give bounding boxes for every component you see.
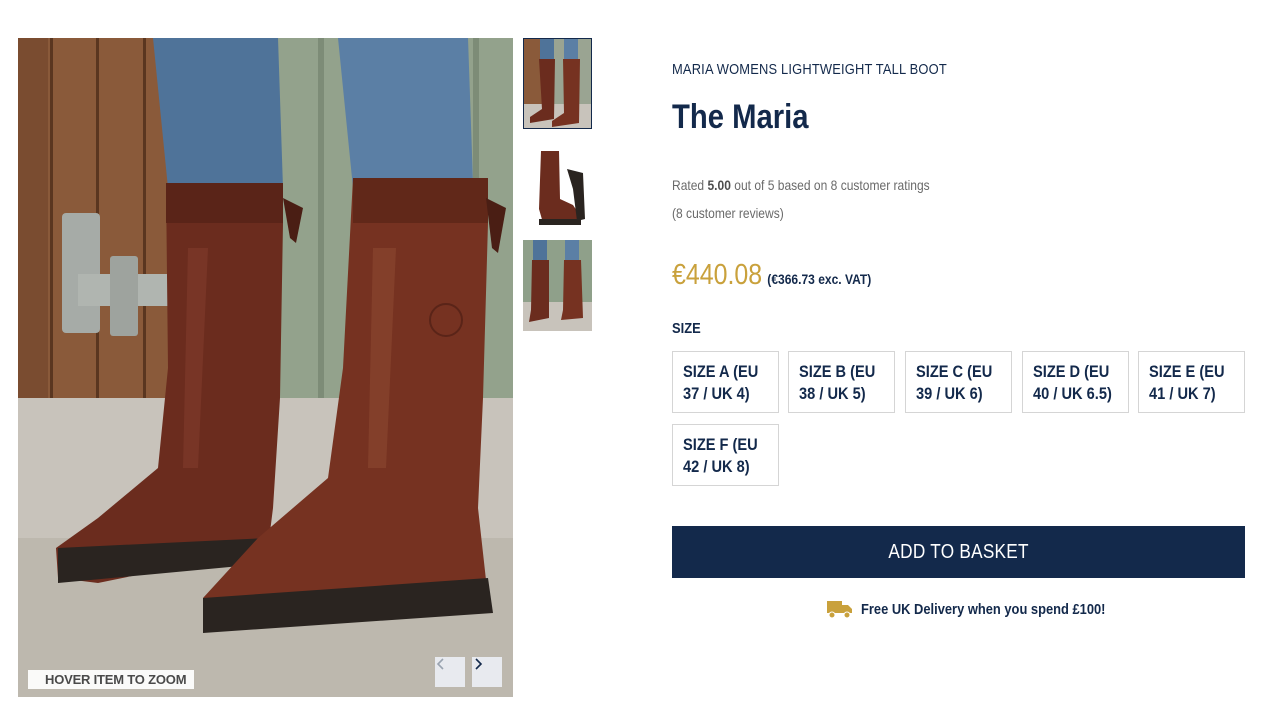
product-title: The Maria [672, 98, 809, 136]
size-option-f[interactable]: SIZE F (EU 42 / UK 8) [672, 424, 779, 486]
chevron-left-icon [436, 658, 444, 670]
size-option-label: SIZE E (EU 41 / UK 7) [1149, 362, 1225, 403]
rating-prefix: Rated [672, 177, 708, 193]
size-option-label: SIZE D (EU 40 / UK 6.5) [1033, 362, 1112, 403]
size-option-d[interactable]: SIZE D (EU 40 / UK 6.5) [1022, 351, 1129, 413]
thumbnail-3[interactable] [523, 240, 592, 331]
thumbnail-image [524, 39, 591, 128]
product-subtitle: MARIA WOMENS LIGHTWEIGHT TALL BOOT [672, 61, 947, 78]
delivery-notice: Free UK Delivery when you spend £100! [827, 599, 1145, 619]
gallery-next-button[interactable] [472, 657, 502, 687]
chevron-right-icon [475, 658, 483, 670]
thumbnail-strip [523, 38, 592, 341]
reviews-link[interactable]: (8 customer reviews) [672, 205, 784, 221]
size-option-c[interactable]: SIZE C (EU 39 / UK 6) [905, 351, 1012, 413]
truck-icon [827, 601, 852, 619]
add-to-basket-button[interactable]: ADD TO BASKET [672, 526, 1245, 578]
size-option-e[interactable]: SIZE E (EU 41 / UK 7) [1138, 351, 1245, 413]
size-option-a[interactable]: SIZE A (EU 37 / UK 4) [672, 351, 779, 413]
price-block: €440.08 (€366.73 exc. VAT) [672, 259, 871, 292]
thumbnail-image [523, 139, 592, 230]
price-ex-vat: (€366.73 exc. VAT) [767, 271, 872, 287]
product-main-image[interactable]: HOVER ITEM TO ZOOM [18, 38, 513, 697]
thumbnail-1[interactable] [523, 38, 592, 129]
rating-value: 5.00 [707, 177, 731, 193]
size-option-label: SIZE C (EU 39 / UK 6) [916, 362, 993, 403]
size-label: SIZE [672, 320, 701, 337]
thumbnail-image [523, 240, 592, 331]
size-option-b[interactable]: SIZE B (EU 38 / UK 5) [788, 351, 895, 413]
zoom-hint: HOVER ITEM TO ZOOM [28, 670, 195, 689]
gallery-prev-button[interactable] [435, 657, 465, 687]
rating-suffix: out of 5 based on 8 customer ratings [730, 177, 930, 193]
size-option-label: SIZE F (EU 42 / UK 8) [683, 435, 758, 476]
rating-summary: Rated 5.00 out of 5 based on 8 customer … [672, 177, 930, 193]
thumbnail-2[interactable] [523, 139, 592, 230]
size-option-label: SIZE B (EU 38 / UK 5) [799, 362, 876, 403]
delivery-text: Free UK Delivery when you spend £100! [861, 600, 1106, 618]
size-option-label: SIZE A (EU 37 / UK 4) [683, 362, 759, 403]
price: €440.08 [672, 259, 763, 291]
boots-photo [18, 38, 513, 697]
add-to-basket-label: ADD TO BASKET [888, 540, 1029, 563]
